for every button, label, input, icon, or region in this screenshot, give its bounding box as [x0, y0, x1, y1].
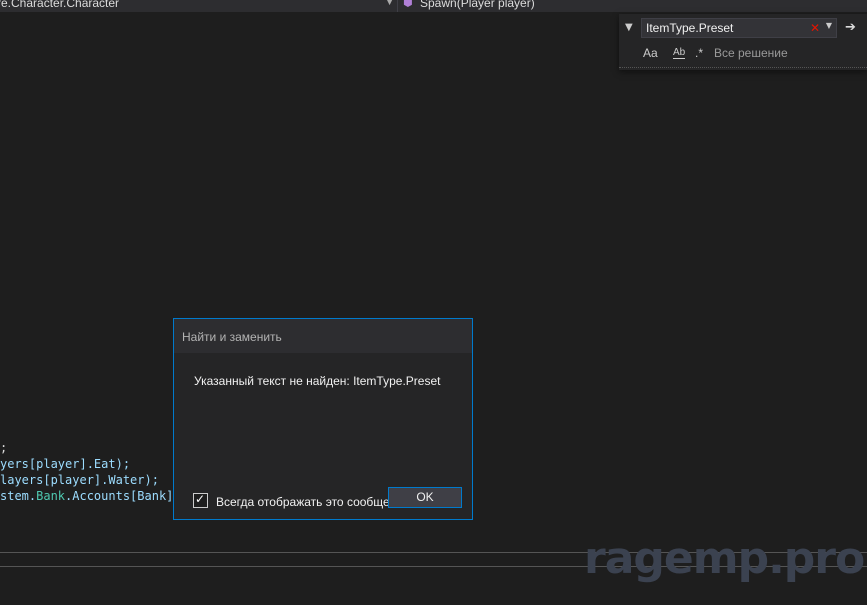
code-line: yers[player].Eat); — [0, 457, 130, 471]
code-text: Bank — [36, 489, 66, 503]
code-text: .Accounts[Bank]. — [65, 489, 181, 503]
find-next-button[interactable]: ➔ — [845, 20, 856, 35]
dialog-titlebar[interactable]: Найти и заменить — [174, 319, 472, 353]
type-dropdown[interactable]: re.Character.Character ▼ — [0, 0, 398, 12]
code-line: ; — [0, 441, 7, 455]
dialog-title: Найти и заменить — [182, 330, 282, 344]
search-history-chevron-icon[interactable]: ▼ — [826, 21, 832, 30]
expand-replace-icon[interactable]: ▼ — [625, 22, 633, 33]
navigation-bar: re.Character.Character ▼ ⬢ Spawn(Player … — [0, 0, 867, 12]
member-dropdown-value: Spawn(Player player) — [420, 0, 535, 10]
match-case-toggle[interactable]: Aa — [643, 46, 658, 60]
regex-toggle[interactable]: .* — [695, 46, 703, 60]
find-box: ✕ ▼ — [641, 18, 837, 38]
code-line: stem.Bank.Accounts[Bank]. — [0, 489, 181, 503]
find-widget-grip — [619, 67, 867, 70]
search-scope-dropdown[interactable]: Все решение — [714, 46, 788, 60]
clear-search-icon[interactable]: ✕ — [810, 21, 820, 35]
whole-word-toggle[interactable]: Ab — [673, 48, 686, 59]
code-text: ; — [0, 441, 8, 455]
find-replace-dialog: Найти и заменить Указанный текст не найд… — [173, 318, 473, 520]
code-line: layers[player].Water); — [0, 473, 159, 487]
code-text: stem. — [0, 489, 37, 503]
watermark-logo: ragemp.pro — [584, 533, 865, 584]
ok-button[interactable]: OK — [388, 487, 462, 508]
member-dropdown[interactable]: ⬢ Spawn(Player player) — [399, 0, 867, 12]
checkmark-icon: ✓ — [195, 492, 206, 506]
code-text: layers[player].Water); — [0, 473, 159, 487]
find-widget: ▼ ✕ ▼ ➔ Aa Ab .* Все решение — [619, 14, 867, 70]
dialog-message: Указанный текст не найден: ItemType.Pres… — [194, 374, 441, 388]
code-text: yers[player].Eat); — [0, 457, 131, 471]
search-input[interactable] — [646, 20, 806, 36]
chevron-down-icon: ▼ — [386, 0, 393, 7]
always-show-checkbox[interactable]: ✓ — [193, 492, 208, 508]
always-show-label[interactable]: Всегда отображать это сообщение — [216, 495, 388, 509]
type-dropdown-value: re.Character.Character — [0, 0, 120, 10]
method-cube-icon: ⬢ — [403, 0, 413, 9]
